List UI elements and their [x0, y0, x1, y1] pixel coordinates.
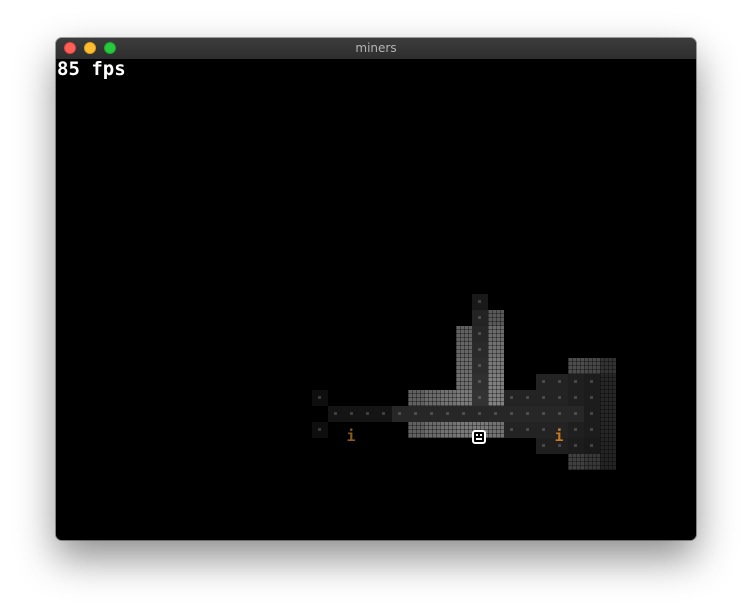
cave-floor-tile [568, 374, 584, 390]
cave-floor-tile [408, 406, 424, 422]
rock-wall-tile [456, 342, 472, 358]
cave-floor-tile [584, 422, 600, 438]
rock-wall-tile [600, 406, 616, 422]
rock-wall-tile [456, 358, 472, 374]
cave-floor-tile [552, 390, 568, 406]
cave-floor-tile [392, 406, 408, 422]
rock-wall-tile [488, 358, 504, 374]
cave-floor-tile [552, 406, 568, 422]
cave-floor-tile [504, 406, 520, 422]
cave-floor-tile [472, 326, 488, 342]
cave-floor-tile [520, 422, 536, 438]
window-title: miners [355, 41, 397, 55]
cave-floor-tile [360, 406, 376, 422]
rock-wall-tile [488, 342, 504, 358]
cave-floor-tile [440, 406, 456, 422]
cave-floor-tile [376, 406, 392, 422]
cave-floor-tile [472, 294, 488, 310]
rock-wall-tile [424, 422, 440, 438]
rock-wall-tile [600, 374, 616, 390]
rock-wall-tile [488, 390, 504, 406]
cave-floor-tile [568, 390, 584, 406]
torch-item-left: i [346, 427, 356, 445]
app-window: miners i i 85 fps [56, 38, 696, 540]
cave-floor-tile [584, 374, 600, 390]
rock-wall-tile [488, 422, 504, 438]
cave-floor-tile [520, 390, 536, 406]
torch-item-right: i [554, 427, 564, 445]
cave-floor-tile [472, 358, 488, 374]
rock-wall-tile [584, 358, 600, 374]
cave-floor-tile [520, 406, 536, 422]
game-viewport[interactable]: i i 85 fps [56, 58, 696, 540]
cave-floor-tile [312, 390, 328, 406]
cave-floor-tile [456, 406, 472, 422]
rock-wall-tile [456, 390, 472, 406]
cave-floor-tile [328, 406, 344, 422]
rock-wall-tile [424, 390, 440, 406]
cave-floor-tile [568, 406, 584, 422]
cave-floor-tile [552, 374, 568, 390]
cave-floor-tile [584, 406, 600, 422]
rock-wall-tile [568, 358, 584, 374]
cave-floor-tile [488, 406, 504, 422]
cave-floor-tile [472, 310, 488, 326]
rock-wall-tile [488, 326, 504, 342]
rock-wall-tile [600, 390, 616, 406]
cave-floor-tile [536, 406, 552, 422]
rock-wall-tile [600, 358, 616, 374]
cave-floor-tile [472, 406, 488, 422]
cave-floor-tile [584, 438, 600, 454]
cave-floor-tile [472, 390, 488, 406]
rock-wall-tile [440, 390, 456, 406]
rock-wall-tile [600, 454, 616, 470]
cave-floor-tile [344, 406, 360, 422]
rock-wall-tile [408, 422, 424, 438]
rock-wall-tile [568, 454, 584, 470]
player-miner [472, 430, 486, 444]
cave-floor-tile [536, 438, 552, 454]
cave-floor-tile [584, 390, 600, 406]
rock-wall-tile [456, 374, 472, 390]
cave-floor-tile [536, 422, 552, 438]
cave-floor-tile [568, 422, 584, 438]
cave-floor-tile [504, 390, 520, 406]
rock-wall-tile [456, 422, 472, 438]
cave-floor-tile [536, 390, 552, 406]
cave-floor-tile [424, 406, 440, 422]
cave-floor-tile [472, 342, 488, 358]
rock-wall-tile [600, 422, 616, 438]
cave-floor-tile [568, 438, 584, 454]
rock-wall-tile [488, 374, 504, 390]
fps-counter: 85 fps [57, 58, 126, 80]
cave-floor-tile [312, 422, 328, 438]
title-bar[interactable]: miners [56, 38, 696, 60]
rock-wall-tile [408, 390, 424, 406]
rock-wall-tile [440, 422, 456, 438]
cave-floor-tile [472, 374, 488, 390]
rock-wall-tile [584, 454, 600, 470]
rock-wall-tile [600, 438, 616, 454]
cave-floor-tile [504, 422, 520, 438]
rock-wall-tile [488, 310, 504, 326]
cave-floor-tile [536, 374, 552, 390]
rock-wall-tile [456, 326, 472, 342]
